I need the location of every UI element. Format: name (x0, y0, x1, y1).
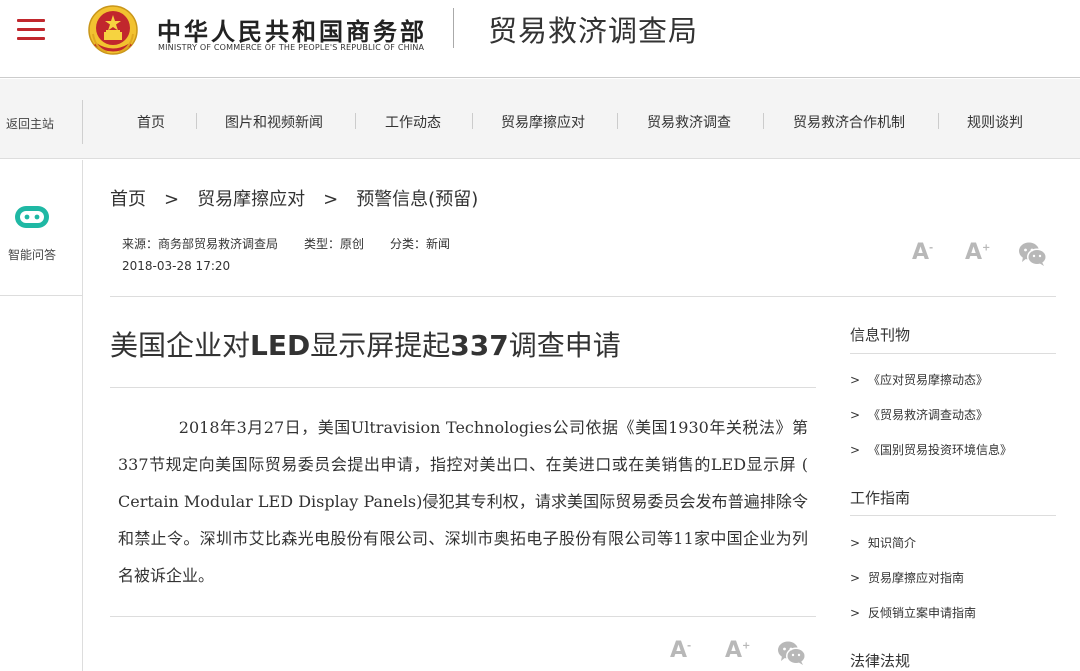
font-larger-button-bottom[interactable]: A+ (725, 638, 750, 663)
wechat-icon[interactable] (1018, 241, 1047, 267)
title-part: 调查申请 (508, 329, 621, 362)
nav-item-photo-video-news[interactable]: 图片和视频新闻 (225, 112, 323, 132)
smart-qa-label: 智能问答 (8, 248, 57, 262)
nav-item-cooperation-mechanism[interactable]: 贸易救济合作机制 (793, 112, 905, 132)
nav-item-trade-friction[interactable]: 贸易摩擦应对 (501, 112, 585, 132)
sidebar-link-label: 反倾销立案申请指南 (868, 606, 977, 620)
nav-separator (472, 113, 473, 129)
header-divider (453, 8, 454, 48)
font-larger-letter: A (965, 240, 983, 265)
font-larger-sup: + (982, 242, 991, 254)
national-emblem-icon (88, 5, 138, 55)
site-header: 中华人民共和国商务部 MINISTRY OF COMMERCE OF THE P… (0, 0, 1080, 78)
sidebar-link-label: 《应对贸易摩擦动态》 (868, 373, 989, 387)
breadcrumb: 首页 > 贸易摩擦应对 > 预警信息(预留) (110, 185, 478, 211)
meta-source: 来源：商务部贸易救济调查局 (122, 237, 279, 251)
nav-separator (196, 113, 197, 129)
article-paragraph: 2018年3月27日，美国Ultravision Technologies公司依… (118, 418, 808, 585)
ministry-name-cn: 中华人民共和国商务部 (157, 18, 427, 46)
font-smaller-button-bottom[interactable]: A- (670, 638, 691, 663)
article-title: 美国企业对LED显示屏提起337调查申请 (110, 324, 621, 364)
back-home-link[interactable]: 返回主站 (6, 115, 54, 132)
breadcrumb-home[interactable]: 首页 (110, 189, 146, 210)
nav-separator (763, 113, 764, 129)
sidebar-heading-laws: 法律法规 (850, 652, 911, 670)
font-smaller-button[interactable]: A- (912, 240, 933, 265)
chevron-right-icon: > (850, 606, 861, 620)
sidebar-link[interactable]: > 知识简介 (850, 534, 916, 551)
sidebar-divider (850, 353, 1056, 354)
sidebar-link-label: 《国别贸易投资环境信息》 (868, 443, 1013, 457)
breadcrumb-separator: > (323, 189, 339, 210)
sidebar-link[interactable]: > 《贸易救济调查动态》 (850, 406, 988, 423)
meta-divider (110, 296, 1056, 297)
sidebar-link[interactable]: > 反倾销立案申请指南 (850, 604, 976, 621)
sidebar-link[interactable]: > 《应对贸易摩擦动态》 (850, 371, 988, 388)
meta-category: 分类：新闻 (390, 237, 451, 251)
sidebar-link[interactable]: > 《国别贸易投资环境信息》 (850, 441, 1012, 458)
title-part: 显示屏提起 (310, 329, 451, 362)
nav-separator (938, 113, 939, 129)
menu-icon[interactable] (17, 19, 45, 41)
font-larger-sup: + (742, 640, 751, 652)
sidebar-link[interactable]: > 贸易摩擦应对指南 (850, 569, 964, 586)
sidebar-divider (850, 515, 1056, 516)
sidebar-heading-publications: 信息刊物 (850, 326, 911, 344)
sidebar-link-label: 《贸易救济调查动态》 (868, 408, 989, 422)
meta-type: 类型：原创 (304, 237, 365, 251)
font-smaller-sup: - (687, 640, 692, 652)
main-nav: 返回主站 首页 图片和视频新闻 工作动态 贸易摩擦应对 贸易救济调查 贸易救济合… (0, 79, 1080, 159)
nav-separator (355, 113, 356, 129)
meta-date: 2018-03-28 17:20 (122, 259, 231, 273)
chevron-right-icon: > (850, 571, 861, 585)
breadcrumb-separator: > (164, 189, 180, 210)
smart-qa-button[interactable]: 智能问答 (0, 160, 82, 296)
chevron-right-icon: > (850, 408, 861, 422)
sidebar-link-label: 知识简介 (868, 536, 917, 550)
breadcrumb-warning-info[interactable]: 预警信息(预留) (356, 189, 478, 210)
title-part-bold: LED (250, 329, 311, 362)
nav-divider (82, 100, 83, 144)
nav-separator (617, 113, 618, 129)
font-smaller-letter: A (912, 240, 930, 265)
nav-item-rules-negotiation[interactable]: 规则谈判 (967, 112, 1023, 132)
title-part-bold: 337 (450, 329, 509, 362)
left-rail: 智能问答 (0, 160, 83, 671)
ministry-name-en: MINISTRY OF COMMERCE OF THE PEOPLE'S REP… (158, 43, 425, 52)
wechat-icon[interactable] (777, 640, 806, 666)
font-smaller-letter: A (670, 638, 688, 663)
nav-item-trade-remedy-investigation[interactable]: 贸易救济调查 (647, 112, 731, 132)
font-larger-button[interactable]: A+ (965, 240, 990, 265)
bureau-name: 贸易救济调查局 (488, 14, 699, 48)
chevron-right-icon: > (850, 373, 861, 387)
article-meta: 来源：商务部贸易救济调查局 类型：原创 分类：新闻 (122, 235, 476, 252)
title-divider (110, 387, 816, 388)
chevron-right-icon: > (850, 443, 861, 457)
robot-icon (15, 206, 49, 228)
sidebar-heading-work-guide: 工作指南 (850, 489, 911, 507)
breadcrumb-trade-friction[interactable]: 贸易摩擦应对 (197, 189, 305, 210)
font-larger-letter: A (725, 638, 743, 663)
body-divider (110, 616, 816, 617)
nav-item-work-updates[interactable]: 工作动态 (385, 112, 441, 132)
title-part: 美国企业对 (110, 329, 251, 362)
article-body: 2018年3月27日，美国Ultravision Technologies公司依… (118, 409, 808, 594)
font-smaller-sup: - (929, 242, 934, 254)
chevron-right-icon: > (850, 536, 861, 550)
nav-item-home[interactable]: 首页 (137, 112, 165, 132)
sidebar-link-label: 贸易摩擦应对指南 (868, 571, 965, 585)
